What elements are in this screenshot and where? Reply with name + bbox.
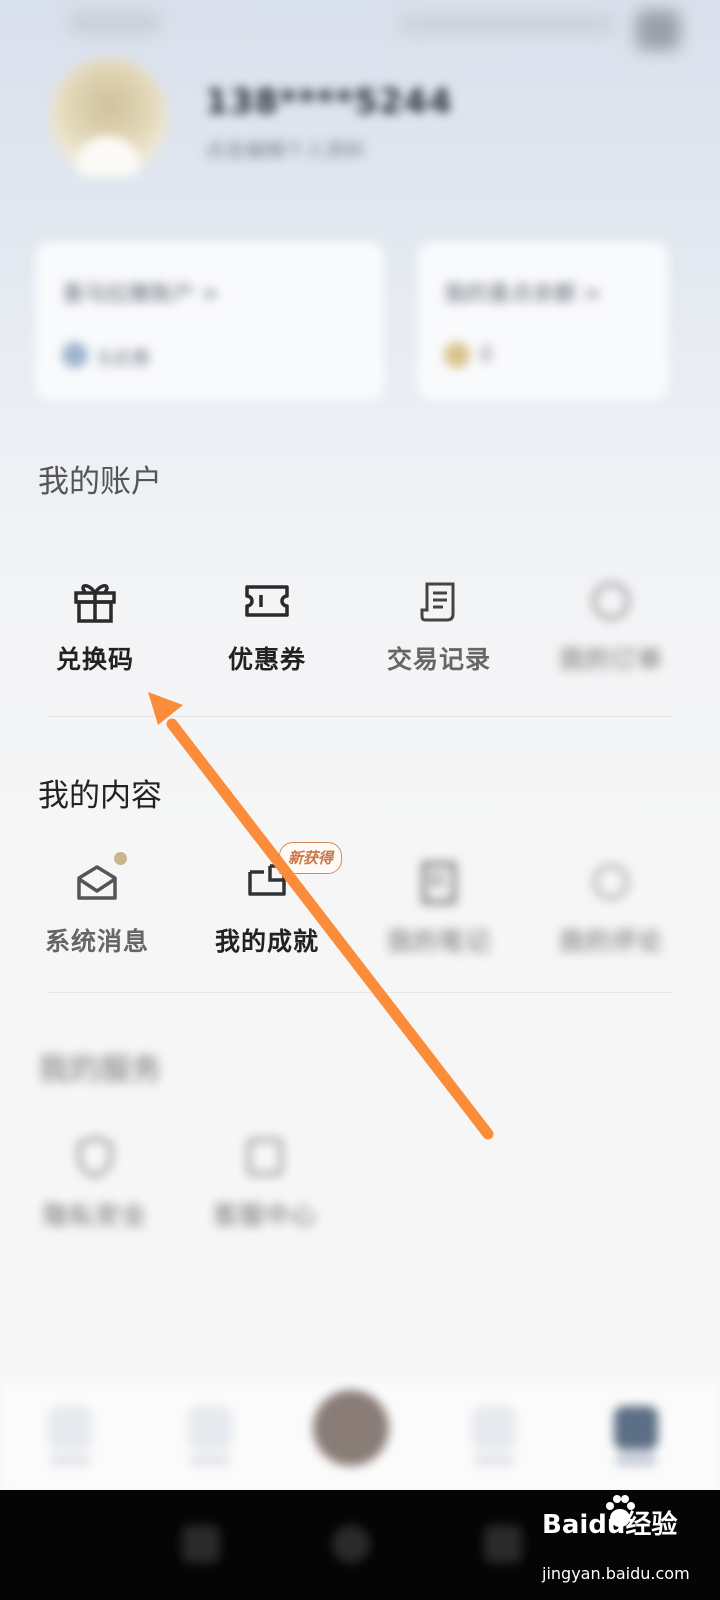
library-tab-label[interactable] (474, 1454, 514, 1466)
baidu-watermark: Baidu经验 (540, 1492, 716, 1600)
profile-subtitle[interactable]: 点击编辑个人资料 (205, 134, 365, 163)
achievements-label: 我的成就 (214, 927, 319, 956)
bottom-nav (0, 1382, 720, 1490)
status-bar (0, 0, 720, 50)
coupon-label: 优惠券 (227, 645, 306, 674)
section-title-service: 我的服务 (38, 1052, 162, 1088)
status-time (70, 12, 160, 34)
ticket-icon (245, 585, 289, 617)
help-icon (247, 1138, 283, 1176)
transactions-button[interactable]: 交易记录 (354, 576, 524, 676)
coin-icon (444, 342, 470, 368)
avatar[interactable] (50, 58, 168, 176)
account-card[interactable]: 喜马拉雅账户 > 0点券 (36, 242, 384, 400)
profile-tab-icon[interactable] (614, 1406, 658, 1450)
recent-apps-icon[interactable] (182, 1525, 220, 1563)
watermark-brand: Baidu经验 (542, 1510, 678, 1540)
card-title: 我的喜点余额 > (444, 282, 602, 307)
balance-card[interactable]: 我的喜点余额 > 0 (418, 242, 668, 400)
comment-icon (593, 864, 629, 900)
redeem-code-button[interactable]: 兑换码 (10, 576, 180, 676)
card-title: 喜马拉雅账户 > (62, 282, 220, 307)
coupon-button[interactable]: 优惠券 (182, 576, 352, 676)
section-title-account: 我的账户 (38, 464, 162, 500)
status-icons (400, 14, 615, 34)
system-messages-label: 系统消息 (44, 927, 149, 956)
orders-button[interactable]: 我的订单 (526, 576, 696, 676)
orders-label: 我的订单 (558, 645, 663, 674)
home-icon[interactable] (332, 1525, 370, 1563)
player-button[interactable] (313, 1390, 389, 1466)
note-icon (422, 862, 456, 904)
profile-tab-label[interactable] (616, 1454, 656, 1466)
discover-tab-label[interactable] (190, 1454, 230, 1466)
home-tab-icon[interactable] (48, 1406, 92, 1450)
new-badge: 新获得 (279, 842, 343, 874)
username[interactable]: 138****5244 (205, 82, 453, 122)
privacy-label: 隐私安全 (42, 1201, 147, 1230)
help-center-button[interactable]: 客服中心 (180, 1132, 350, 1232)
redeem-code-label: 兑换码 (55, 645, 134, 674)
section-title-content: 我的内容 (38, 778, 162, 814)
help-center-label: 客服中心 (212, 1201, 317, 1230)
envelope-icon (77, 865, 117, 900)
privacy-button[interactable]: 隐私安全 (10, 1132, 180, 1232)
unread-dot (114, 852, 127, 865)
gift-icon (74, 584, 116, 623)
divider (48, 716, 672, 717)
shield-icon (77, 1135, 113, 1179)
notes-label: 我的笔记 (386, 927, 491, 956)
order-icon (592, 582, 630, 620)
library-tab-icon[interactable] (472, 1406, 516, 1450)
divider (48, 992, 672, 993)
back-icon[interactable] (484, 1525, 522, 1563)
comments-label: 我的评论 (558, 927, 663, 956)
receipt-icon (420, 582, 455, 622)
settings-icon[interactable] (636, 10, 680, 50)
discover-tab-icon[interactable] (188, 1406, 232, 1450)
home-tab-label[interactable] (50, 1454, 90, 1466)
card-value: 0 (480, 342, 493, 366)
watermark-url: jingyan.baidu.com (542, 1564, 690, 1583)
system-messages-button[interactable]: 系统消息 (12, 858, 182, 958)
arrow-head (148, 692, 183, 725)
transactions-label: 交易记录 (386, 645, 491, 674)
comments-button[interactable]: 我的评论 (526, 858, 696, 958)
card-value: 0点券 (98, 346, 151, 370)
notes-button[interactable]: 我的笔记 (354, 858, 524, 958)
coin-icon (62, 342, 88, 368)
